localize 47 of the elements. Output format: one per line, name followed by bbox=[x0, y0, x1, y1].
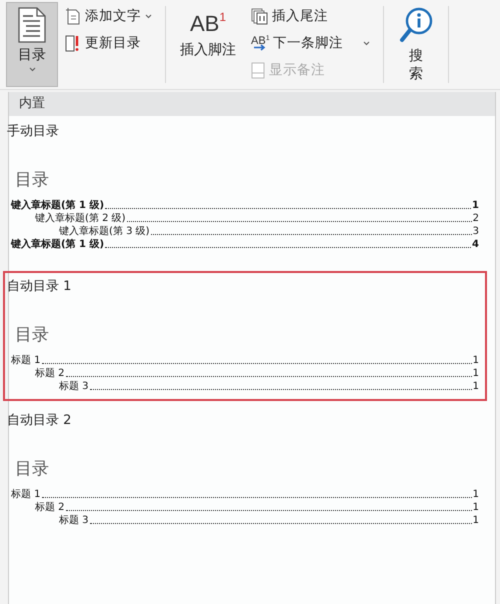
next-footnote-button[interactable]: AB$^{1}$ 下一条脚注 bbox=[248, 31, 373, 55]
page-number: 1 bbox=[472, 367, 479, 380]
toc-heading: 目录 bbox=[15, 324, 50, 346]
toc-gallery-item[interactable]: 自动目录 2 目录 标题 1 1 标题 2 1 标题 3 1 bbox=[3, 405, 487, 535]
toc-button[interactable]: 目录 bbox=[6, 2, 58, 87]
caret-icon bbox=[145, 14, 152, 18]
gallery-item-title: 自动目录 1 bbox=[7, 278, 72, 295]
update-toc-button[interactable]: 更新目录 bbox=[62, 31, 155, 55]
insert-footnote-button[interactable]: AB$^{1}$ 插入脚注 bbox=[172, 2, 244, 87]
page-number: 1 bbox=[472, 501, 479, 514]
toc-entry-text: 标题 3 bbox=[59, 514, 89, 527]
toc-entry-text: 标题 1 bbox=[11, 354, 41, 367]
page-number: 1 bbox=[472, 199, 479, 212]
search-icon bbox=[399, 7, 433, 43]
toc-gallery-item[interactable]: 手动目录 目录 键入章标题(第 1 级) 1 键入章标题(第 2 级) 2 键入章标题(第 3 级) 3 键入章标题(第 1 级) 4 bbox=[3, 116, 487, 259]
page-number: 1 bbox=[472, 488, 479, 501]
toc-entry-text: 键入章标题(第 1 级) bbox=[11, 199, 104, 212]
page-number: 3 bbox=[472, 225, 479, 238]
page-icon bbox=[251, 62, 265, 78]
toc-heading: 目录 bbox=[15, 169, 50, 191]
toc-gallery-item[interactable]: 自动目录 1 目录 标题 1 1 标题 2 1 标题 3 1 bbox=[3, 271, 487, 401]
toc-heading: 目录 bbox=[15, 458, 50, 480]
stacked-pages-icon bbox=[251, 8, 268, 24]
search-button[interactable]: 搜索 bbox=[390, 2, 442, 87]
document-plus-icon bbox=[65, 7, 81, 25]
page-number: 1 bbox=[472, 354, 479, 367]
toc-entry-text: 标题 2 bbox=[35, 501, 65, 514]
document-exclamation-icon bbox=[65, 34, 81, 52]
gallery-item-title: 手动目录 bbox=[7, 123, 60, 140]
page-number: 4 bbox=[472, 238, 479, 251]
document-icon bbox=[17, 7, 47, 43]
toc-entry-text: 键入章标题(第 3 级) bbox=[59, 225, 150, 238]
gallery-item-title: 自动目录 2 bbox=[7, 412, 72, 429]
page-number: 1 bbox=[472, 380, 479, 393]
footnote-icon: AB$^{1}$ bbox=[190, 11, 226, 35]
gallery-header: 内置 bbox=[9, 92, 495, 116]
page-number: 1 bbox=[472, 514, 479, 527]
page-number: 2 bbox=[472, 212, 479, 225]
toc-entry-text: 标题 2 bbox=[35, 367, 65, 380]
toc-entry-text: 标题 1 bbox=[11, 488, 41, 501]
toc-entry-text: 标题 3 bbox=[59, 380, 89, 393]
caret-icon bbox=[363, 40, 370, 46]
caret-icon bbox=[28, 67, 36, 72]
toc-entry-text: 键入章标题(第 1 级) bbox=[11, 238, 104, 251]
add-text-button[interactable]: 添加文字 bbox=[62, 4, 155, 28]
toc-entry-text: 键入章标题(第 2 级) bbox=[35, 212, 126, 225]
insert-endnote-button[interactable]: 插入尾注 bbox=[248, 4, 373, 28]
